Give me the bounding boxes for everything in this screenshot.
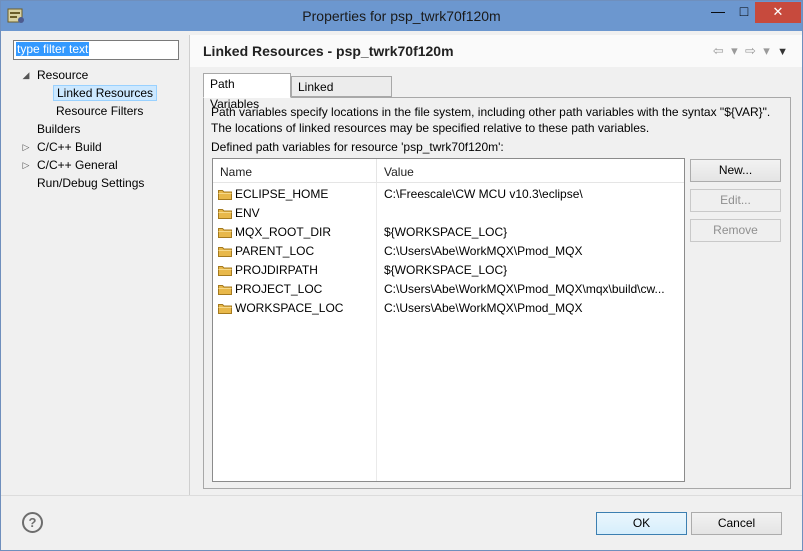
- column-header-name[interactable]: Name: [213, 159, 377, 183]
- tree-item-label: Builders: [37, 122, 81, 136]
- variable-value-cell: C:\Users\Abe\WorkMQX\Pmod_MQX\mqx\build\…: [384, 282, 665, 296]
- tree-item-label: C/C++ Build: [37, 140, 102, 154]
- history-nav: ⇦ ▾ ⇨ ▾ ▼: [709, 43, 788, 59]
- folder-icon: [218, 304, 232, 314]
- window-title: Properties for psp_twrk70f120m: [302, 8, 501, 24]
- variable-name-cell: PROJDIRPATH: [218, 261, 376, 280]
- folder-icon: [218, 247, 232, 257]
- close-button[interactable]: ✕: [755, 2, 801, 23]
- folder-icon: [218, 285, 232, 295]
- filter-input[interactable]: type filter text: [13, 40, 179, 60]
- variable-name: PROJDIRPATH: [235, 263, 318, 277]
- table-row[interactable]: ENV: [213, 204, 684, 223]
- variable-name: ECLIPSE_HOME: [235, 187, 329, 201]
- tab-linked-resources[interactable]: Linked Resources: [291, 76, 392, 114]
- variable-value-cell: C:\Users\Abe\WorkMQX\Pmod_MQX: [384, 301, 583, 315]
- description-line: Path variables specify locations in the …: [211, 105, 771, 119]
- footer-separator: [1, 495, 802, 496]
- folder-icon: [218, 266, 232, 276]
- title-bar[interactable]: Properties for psp_twrk70f120m — □ ✕: [1, 1, 802, 31]
- variable-value-cell: C:\Freescale\CW MCU v10.3\eclipse\: [384, 187, 583, 201]
- back-dropdown-icon[interactable]: ▾: [731, 43, 738, 59]
- edit-button[interactable]: Edit...: [690, 189, 781, 212]
- variable-value-cell: C:\Users\Abe\WorkMQX\Pmod_MQX: [384, 244, 583, 258]
- folder-icon: [218, 190, 232, 200]
- variable-name: MQX_ROOT_DIR: [235, 225, 332, 239]
- variable-name-cell: MQX_ROOT_DIR: [218, 223, 376, 242]
- description-line: The locations of linked resources may be…: [211, 121, 650, 135]
- tree-item-label: Resource: [37, 68, 89, 82]
- tree-item-label: C/C++ General: [37, 158, 118, 172]
- defined-variables-label: Defined path variables for resource 'psp…: [211, 140, 504, 154]
- variable-value-cell: ${WORKSPACE_LOC}: [384, 225, 508, 239]
- folder-icon: [218, 209, 232, 219]
- page-header: Linked Resources - psp_twrk70f120m ⇦ ▾ ⇨…: [190, 35, 802, 67]
- variable-name: PROJECT_LOC: [235, 282, 323, 296]
- folder-icon: [218, 228, 232, 238]
- variable-name-cell: PARENT_LOC: [218, 242, 376, 261]
- tree-item-linked-resources[interactable]: Linked Resources: [53, 84, 158, 102]
- column-header-value[interactable]: Value: [377, 159, 684, 183]
- tree-item-label: Resource Filters: [56, 104, 144, 118]
- page-title: Linked Resources - psp_twrk70f120m: [203, 43, 454, 59]
- forward-icon[interactable]: ⇨: [745, 43, 756, 59]
- left-nav-panel: type filter text ◢ Resource Linked Resou…: [9, 39, 189, 495]
- collapsed-twisty-icon[interactable]: ▷: [21, 156, 31, 174]
- maximize-button[interactable]: □: [731, 2, 757, 23]
- variable-name: PARENT_LOC: [235, 244, 315, 258]
- tree-item-label: Linked Resources: [53, 85, 158, 101]
- expanded-twisty-icon[interactable]: ◢: [21, 66, 31, 84]
- panel-divider[interactable]: [189, 35, 190, 495]
- table-row[interactable]: PARENT_LOC C:\Users\Abe\WorkMQX\Pmod_MQX: [213, 242, 684, 261]
- variable-name-cell: ENV: [218, 204, 376, 223]
- minimize-button[interactable]: —: [705, 2, 731, 23]
- table-row[interactable]: PROJDIRPATH ${WORKSPACE_LOC}: [213, 261, 684, 280]
- forward-dropdown-icon[interactable]: ▾: [763, 43, 770, 59]
- new-button[interactable]: New...: [690, 159, 781, 182]
- variable-name: WORKSPACE_LOC: [235, 301, 344, 315]
- variable-name: ENV: [235, 206, 260, 220]
- table-row[interactable]: PROJECT_LOC C:\Users\Abe\WorkMQX\Pmod_MQX…: [213, 280, 684, 299]
- collapsed-twisty-icon[interactable]: ▷: [21, 138, 31, 156]
- table-row[interactable]: WORKSPACE_LOC C:\Users\Abe\WorkMQX\Pmod_M…: [213, 299, 684, 318]
- path-variables-table[interactable]: Name Value ECLIPSE_HOME C:\Freescale\CW M…: [212, 158, 685, 482]
- ok-button[interactable]: OK: [596, 512, 687, 535]
- tree-item-run-debug-settings[interactable]: Run/Debug Settings: [37, 174, 144, 192]
- help-icon[interactable]: ?: [22, 512, 43, 533]
- table-header: Name Value: [213, 159, 684, 183]
- variable-value-cell: ${WORKSPACE_LOC}: [384, 263, 508, 277]
- table-row[interactable]: ECLIPSE_HOME C:\Freescale\CW MCU v10.3\ec…: [213, 185, 684, 204]
- tab-path-variables[interactable]: Path Variables: [203, 73, 291, 111]
- back-icon[interactable]: ⇦: [713, 43, 724, 59]
- tree-item-label: Run/Debug Settings: [37, 176, 145, 190]
- remove-button[interactable]: Remove: [690, 219, 781, 242]
- variable-name-cell: ECLIPSE_HOME: [218, 185, 376, 204]
- table-row[interactable]: MQX_ROOT_DIR ${WORKSPACE_LOC}: [213, 223, 684, 242]
- description-text: Path variables specify locations in the …: [211, 104, 781, 136]
- variable-name-cell: PROJECT_LOC: [218, 280, 376, 299]
- filter-input-text: type filter text: [16, 42, 90, 56]
- cancel-button[interactable]: Cancel: [691, 512, 782, 535]
- tree-item-builders[interactable]: Builders: [37, 120, 80, 138]
- tree-item-resource-filters[interactable]: Resource Filters: [56, 102, 143, 120]
- variable-name-cell: WORKSPACE_LOC: [218, 299, 376, 318]
- properties-dialog: Properties for psp_twrk70f120m — □ ✕ typ…: [0, 0, 803, 551]
- view-menu-icon[interactable]: ▼: [777, 46, 788, 58]
